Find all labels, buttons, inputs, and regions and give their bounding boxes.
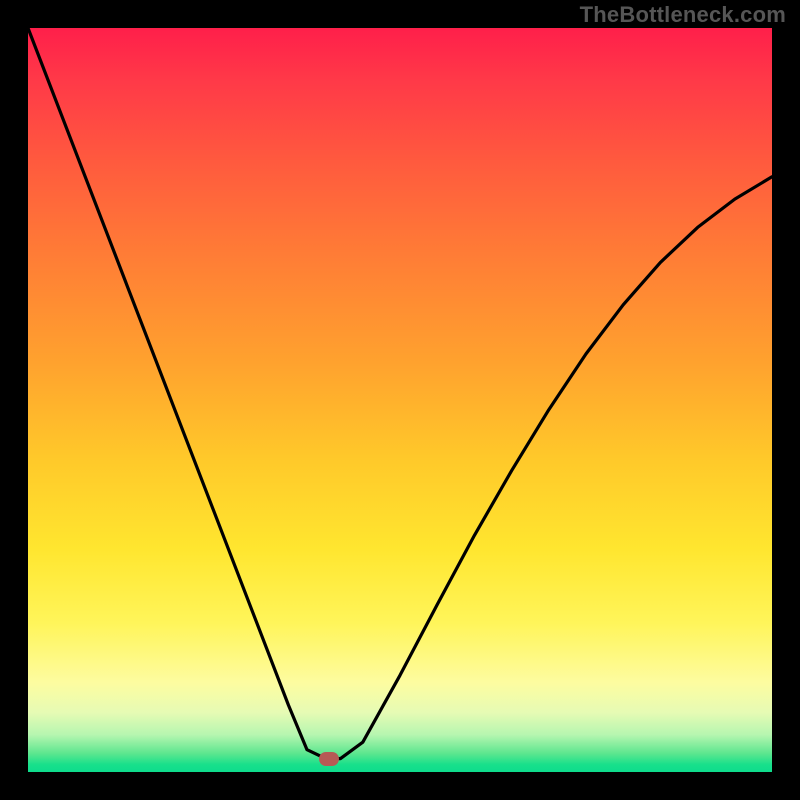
- min-marker: [319, 752, 339, 766]
- bottleneck-curve: [28, 28, 772, 759]
- watermark-text: TheBottleneck.com: [580, 2, 786, 28]
- curve-svg: [28, 28, 772, 772]
- plot-area: [28, 28, 772, 772]
- chart-frame: TheBottleneck.com: [0, 0, 800, 800]
